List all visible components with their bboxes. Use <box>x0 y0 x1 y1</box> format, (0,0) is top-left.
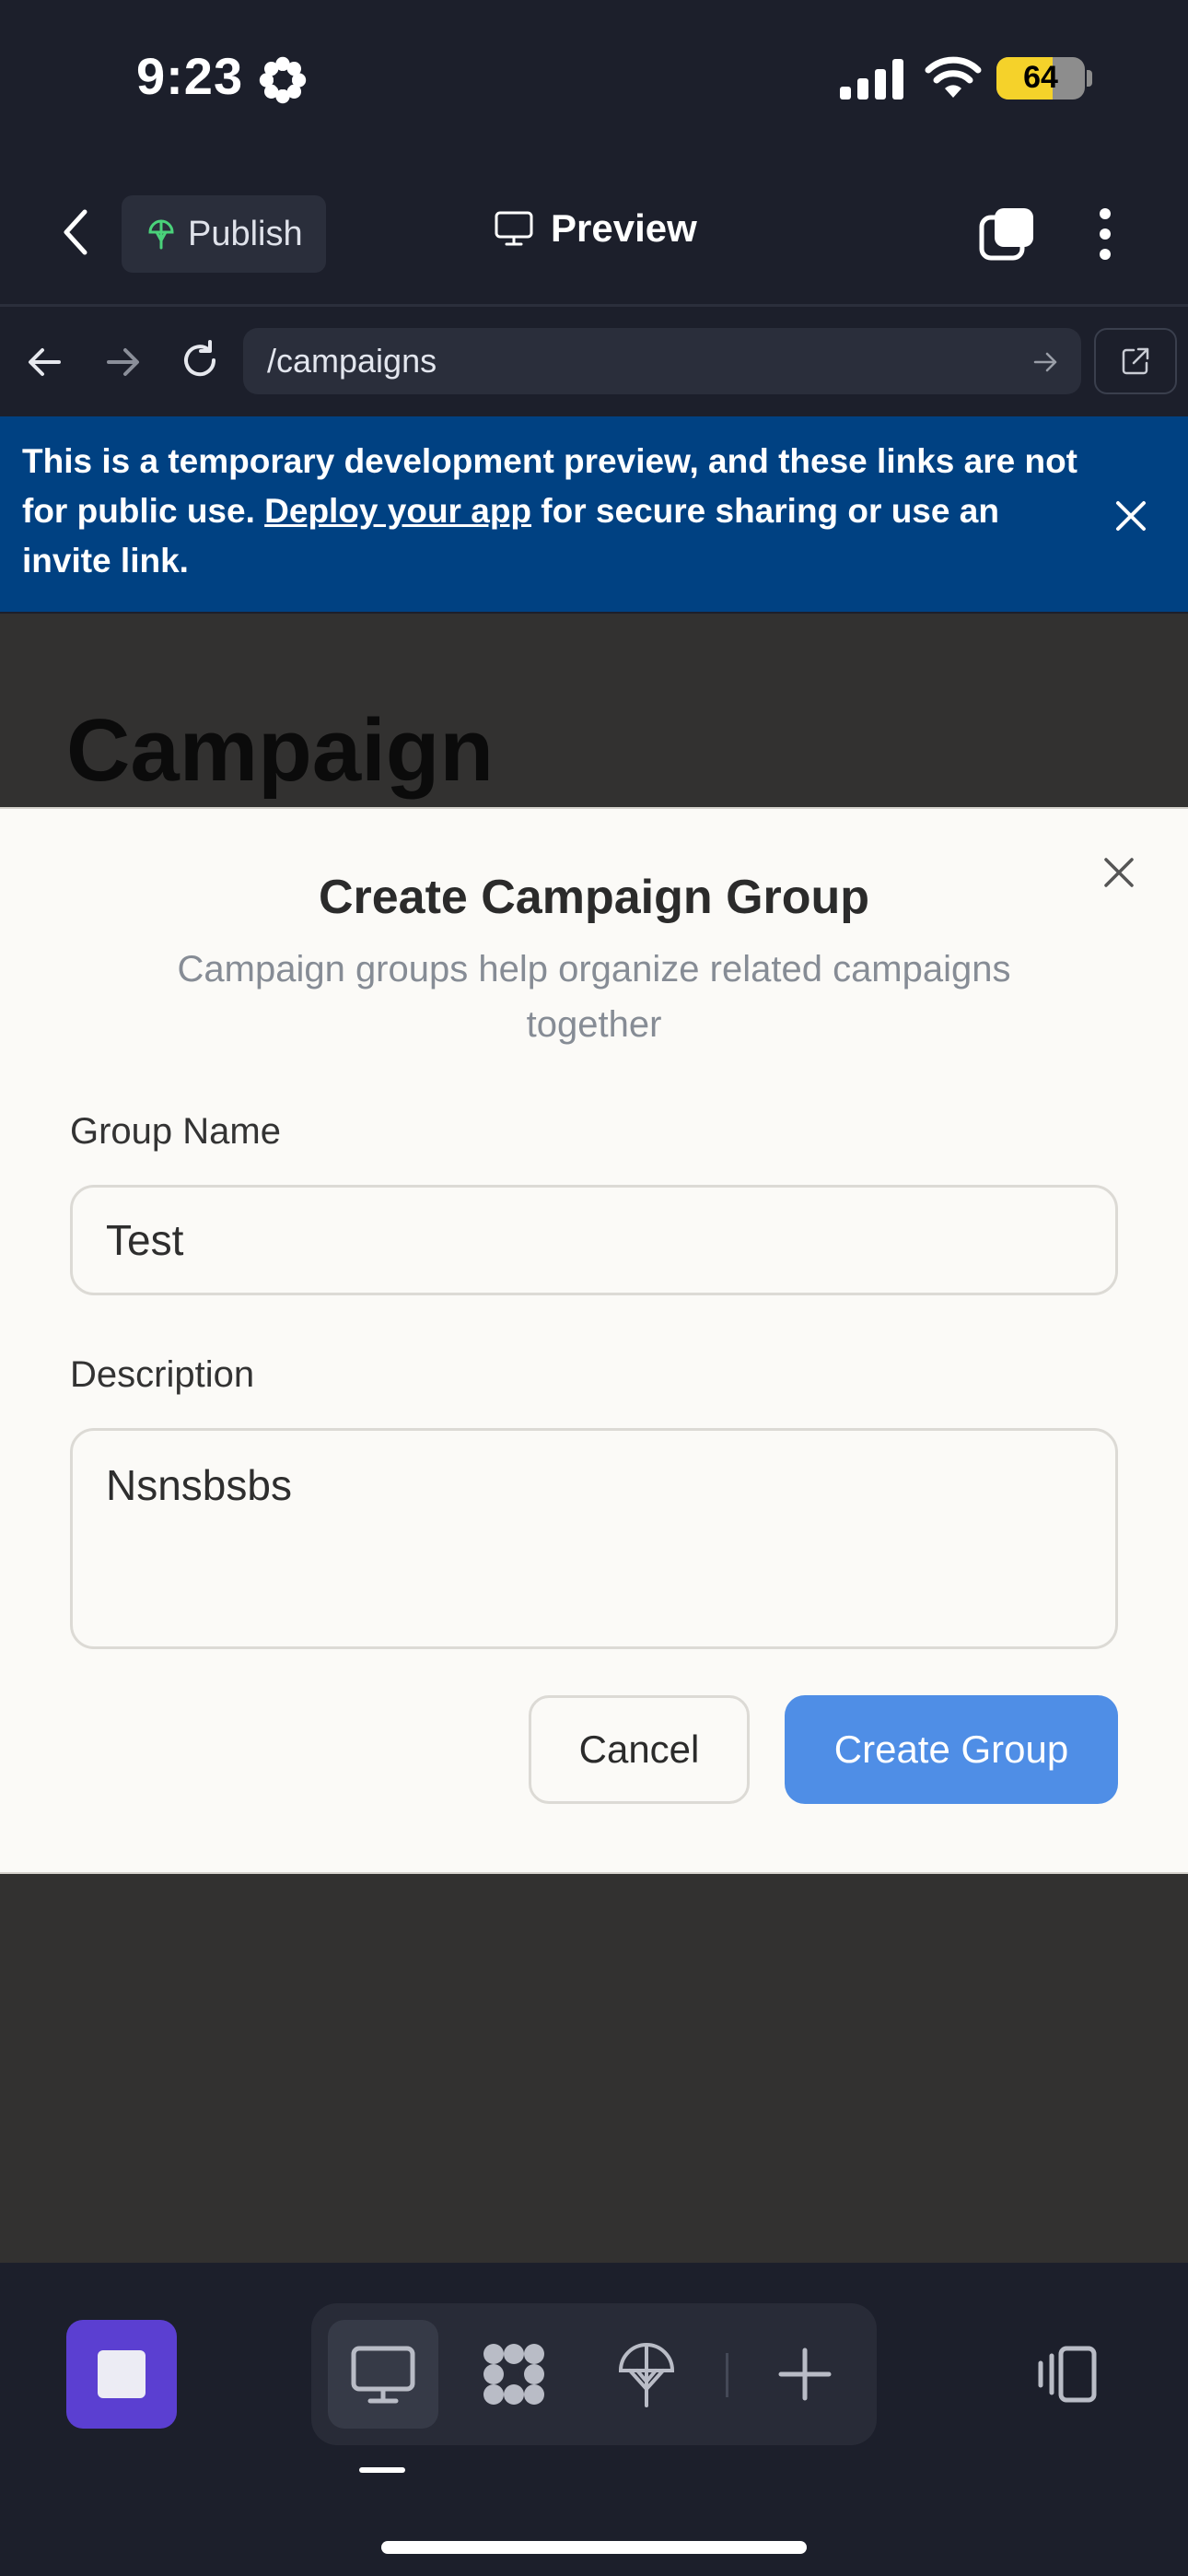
group-name-input[interactable]: Test <box>70 1185 1118 1295</box>
page-title: Campaign <box>66 701 495 800</box>
cancel-button[interactable]: Cancel <box>529 1695 750 1804</box>
battery-icon: 64 <box>996 57 1085 100</box>
wifi-icon <box>925 56 982 98</box>
cancel-label: Cancel <box>578 1727 700 1771</box>
stop-button[interactable] <box>66 2320 177 2429</box>
dev-preview-banner: This is a temporary development preview,… <box>0 416 1188 612</box>
publish-icon <box>148 219 174 250</box>
close-icon[interactable] <box>1111 496 1151 536</box>
battery-percent: 64 <box>1023 60 1058 95</box>
dialog-description: Campaign groups help organize related ca… <box>177 949 1011 1045</box>
stop-icon <box>98 2350 146 2398</box>
publish-button[interactable]: Publish <box>122 195 326 273</box>
tabs-icon[interactable] <box>978 205 1037 263</box>
go-arrow-icon[interactable] <box>1031 348 1059 376</box>
preview-tab[interactable]: Preview <box>494 206 697 251</box>
plus-icon[interactable] <box>770 2339 840 2409</box>
description-label: Description <box>70 1354 255 1395</box>
group-name-label: Group Name <box>70 1111 281 1152</box>
signal-icon <box>840 59 903 100</box>
desktop-icon[interactable] <box>348 2339 418 2409</box>
external-link-icon <box>1122 347 1149 375</box>
deploy-app-link[interactable]: Deploy your app <box>264 492 531 530</box>
group-name-value: Test <box>106 1216 184 1264</box>
reload-icon[interactable] <box>177 337 223 383</box>
dialog-title: Create Campaign Group <box>318 871 870 924</box>
preview-label: Preview <box>551 206 697 250</box>
create-group-button[interactable]: Create Group <box>785 1695 1118 1804</box>
home-indicator <box>381 2541 807 2554</box>
gear-icon <box>259 56 307 104</box>
apps-icon[interactable] <box>479 2339 549 2409</box>
status-time: 9:23 <box>136 47 244 105</box>
publish-label: Publish <box>188 214 303 253</box>
open-external-button[interactable] <box>1094 328 1177 394</box>
tool-separator <box>726 2353 728 2397</box>
back-chevron-icon[interactable] <box>57 206 94 258</box>
monitor-icon <box>495 211 533 246</box>
description-value: Nsnsbsbs <box>106 1461 292 1509</box>
device-frame-icon[interactable] <box>1031 2339 1101 2409</box>
create-group-label: Create Group <box>833 1727 1069 1771</box>
deploy-icon[interactable] <box>611 2339 681 2409</box>
nav-forward-icon[interactable] <box>99 339 146 385</box>
toolbar-divider <box>0 304 1188 307</box>
battery-tip <box>1087 70 1092 87</box>
url-field[interactable]: /campaigns <box>243 328 1081 394</box>
active-tab-indicator <box>359 2467 405 2473</box>
nav-back-icon[interactable] <box>22 339 68 385</box>
url-text: /campaigns <box>267 342 437 380</box>
description-textarea[interactable]: Nsnsbsbs <box>70 1428 1118 1649</box>
more-icon[interactable] <box>1092 205 1118 263</box>
